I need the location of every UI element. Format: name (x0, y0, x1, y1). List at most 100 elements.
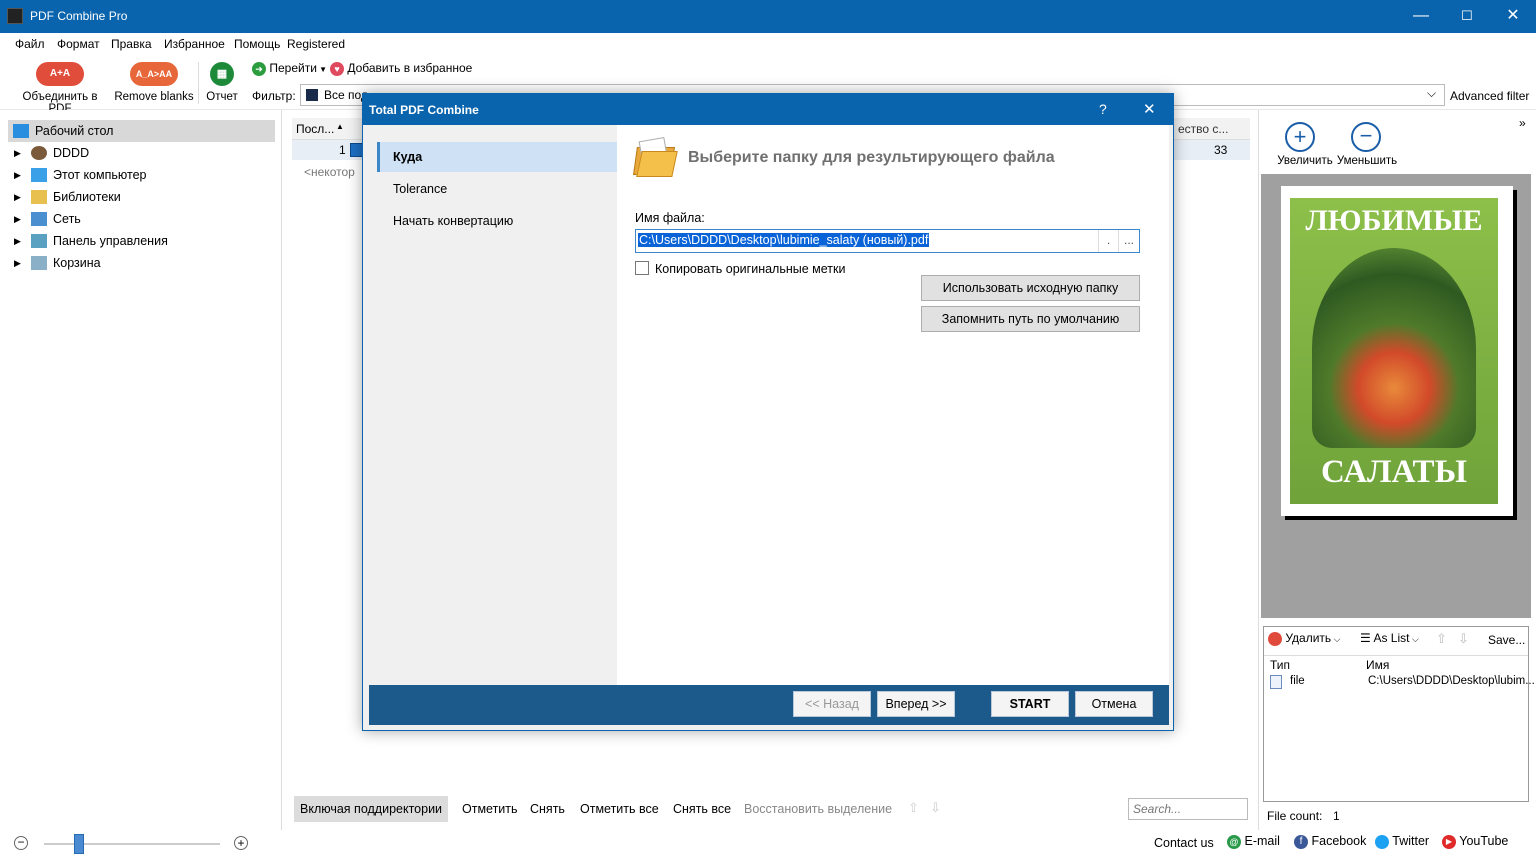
zoom-in-icon[interactable]: + (234, 836, 248, 850)
add-favorite-button[interactable]: ♥ Добавить в избранное (330, 61, 472, 76)
advanced-filter-link[interactable]: Advanced filter (1450, 89, 1529, 103)
step-tolerance[interactable]: Tolerance (377, 174, 617, 204)
move-down-icon[interactable]: ⇩ (1458, 631, 1469, 647)
copy-marks-checkbox[interactable] (635, 261, 649, 275)
window-title: PDF Combine Pro (30, 9, 128, 23)
close-button[interactable]: ✕ (1490, 0, 1536, 33)
salad-illustration (1312, 248, 1476, 448)
computer-icon (31, 168, 47, 182)
preview-panel: + Увеличить − Уменьшить » ЛЮБИМЫЕ САЛАТЫ… (1258, 110, 1536, 830)
include-subdirs-toggle[interactable]: Включая поддиректории (294, 796, 449, 822)
browse-button[interactable]: ... (1118, 230, 1139, 252)
sort-asc-icon: ▲ (336, 122, 344, 131)
maximize-button[interactable]: ☐ (1444, 0, 1490, 33)
file-icon (1270, 675, 1282, 689)
more-items-text: <некотор (304, 165, 355, 179)
dialog-help-button[interactable]: ? (1099, 101, 1107, 117)
search-input[interactable] (1128, 798, 1248, 820)
expand-arrow-icon[interactable]: ▶ (14, 252, 21, 274)
goto-label: Перейти (269, 61, 317, 75)
expand-arrow-icon[interactable]: ▶ (14, 142, 21, 164)
menu-help[interactable]: Помощь (234, 37, 280, 51)
control-panel-icon (31, 234, 47, 248)
expand-arrow-icon[interactable]: ▶ (14, 230, 21, 252)
expand-arrow-icon[interactable]: ▶ (14, 208, 21, 230)
tree-item-computer[interactable]: ▶ Этот компьютер (0, 164, 275, 186)
tree-item-recycle-bin[interactable]: ▶ Корзина (0, 252, 275, 274)
cancel-button[interactable]: Отмена (1075, 691, 1153, 717)
save-button[interactable]: Save... (1488, 633, 1525, 647)
combine-pdf-button[interactable]: A+A Объединить в PDF (10, 62, 110, 115)
minimize-button[interactable]: — (1398, 0, 1444, 33)
unmark-all-button[interactable]: Снять все (673, 802, 731, 816)
step-start-conversion[interactable]: Начать конвертацию (377, 206, 617, 236)
report-icon: ▦ (210, 62, 234, 86)
column-count[interactable]: ество с... (1178, 122, 1228, 136)
as-list-button[interactable]: ☰ As List ⌵ (1360, 631, 1419, 645)
twitter-icon (1375, 834, 1389, 849)
expand-arrow-icon[interactable]: ▶ (14, 164, 21, 186)
tree-item-desktop[interactable]: Рабочий стол (8, 120, 275, 142)
column-name[interactable]: Имя (1366, 658, 1389, 672)
tree-item-control-panel[interactable]: ▶ Панель управления (0, 230, 275, 252)
delete-button[interactable]: Удалить ⌵ (1268, 631, 1341, 646)
menu-file[interactable]: Файл (15, 37, 45, 51)
tree-item-label: Этот компьютер (53, 168, 147, 182)
page-thumbnail[interactable]: ЛЮБИМЫЕ САЛАТЫ (1281, 186, 1513, 516)
twitter-link[interactable]: Twitter (1375, 834, 1429, 849)
table-row[interactable]: file C:\Users\DDDD\Desktop\lubim... (1264, 673, 1535, 691)
facebook-link[interactable]: f Facebook (1294, 834, 1366, 849)
expand-arrow-icon[interactable]: ▶ (14, 186, 21, 208)
file-queue: Удалить ⌵ ☰ As List ⌵ ⇧ ⇩ Save... Тип Им… (1263, 626, 1535, 802)
menu-registered[interactable]: Registered (287, 37, 345, 51)
user-icon (31, 146, 47, 160)
menu-edit[interactable]: Правка (111, 37, 152, 51)
use-source-folder-button[interactable]: Использовать исходную папку (921, 275, 1140, 301)
expand-panel-icon[interactable]: » (1519, 116, 1526, 130)
menu-favorites[interactable]: Избранное (164, 37, 225, 51)
remember-path-button[interactable]: Запомнить путь по умолчанию (921, 306, 1140, 332)
move-up-icon[interactable]: ⇧ (1436, 631, 1447, 647)
report-button[interactable]: ▦ Отчет (203, 62, 241, 103)
remove-blanks-button[interactable]: A_A>AA Remove blanks (114, 62, 194, 103)
restore-selection-button[interactable]: Восстановить выделение (744, 802, 892, 816)
back-button[interactable]: << Назад (793, 691, 871, 717)
mark-button[interactable]: Отметить (462, 802, 518, 816)
facebook-icon: f (1294, 834, 1308, 849)
desktop-icon (13, 124, 29, 138)
tree-item-network[interactable]: ▶ Сеть (0, 208, 275, 230)
mark-all-button[interactable]: Отметить все (580, 802, 659, 816)
move-down-icon[interactable]: ⇩ (930, 800, 941, 816)
column-seq[interactable]: Посл... (296, 122, 334, 136)
next-button[interactable]: Вперед >> (877, 691, 955, 717)
zoom-slider[interactable] (44, 834, 220, 854)
tree-item-label: Сеть (53, 212, 81, 226)
report-label: Отчет (206, 91, 238, 103)
list-icon: ☰ (1360, 631, 1371, 645)
dialog-close-button[interactable]: ✕ (1143, 100, 1156, 118)
move-up-icon[interactable]: ⇧ (908, 800, 919, 816)
menu-format[interactable]: Формат (57, 37, 100, 51)
tree-item-dddd[interactable]: ▶ DDDD (0, 142, 275, 164)
tree-item-libraries[interactable]: ▶ Библиотеки (0, 186, 275, 208)
column-type[interactable]: Тип (1270, 658, 1290, 672)
youtube-link[interactable]: ▶ YouTube (1442, 834, 1508, 849)
zoom-slider-thumb[interactable] (74, 834, 85, 854)
list-actions-bar: Включая поддиректории Отметить Снять Отм… (290, 796, 1250, 822)
tree-item-label: Корзина (53, 256, 101, 270)
zoom-out-icon[interactable]: − (14, 836, 28, 850)
contact-us-link[interactable]: Contact us (1154, 836, 1214, 850)
start-button[interactable]: START (991, 691, 1069, 717)
step-destination[interactable]: Куда (377, 142, 617, 172)
file-count-value: 1 (1333, 809, 1340, 823)
goto-button[interactable]: ➜ Перейти ▼ (252, 61, 327, 76)
toolbar-divider (198, 62, 199, 104)
unmark-button[interactable]: Снять (530, 802, 565, 816)
cover-title-top: ЛЮБИМЫЕ (1305, 204, 1483, 237)
remove-blanks-icon: A_A>AA (130, 62, 178, 86)
heart-icon: ♥ (330, 61, 344, 76)
email-icon: @ (1227, 834, 1241, 849)
filename-field[interactable]: C:\Users\DDDD\Desktop\lubimie_salaty (но… (635, 229, 1140, 253)
dot-button[interactable]: . (1098, 230, 1118, 252)
email-link[interactable]: @ E-mail (1227, 834, 1280, 849)
